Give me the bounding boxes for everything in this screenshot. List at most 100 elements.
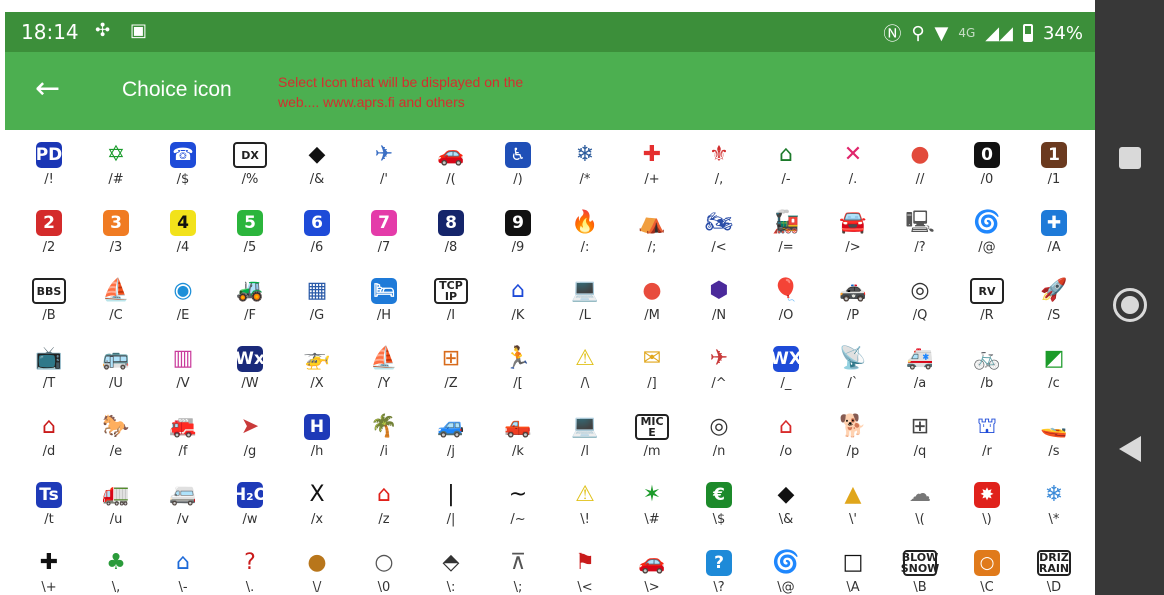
icon-cell[interactable]: PD /! <box>19 130 79 196</box>
icon-cell[interactable]: ⌂ /d <box>19 402 79 468</box>
icon-cell[interactable]: ⛵ /Y <box>354 334 414 400</box>
icon-cell[interactable]: 🚛 /u <box>86 470 146 536</box>
arrow-left-icon[interactable]: ← <box>35 72 60 106</box>
icon-cell[interactable]: ✉ /] <box>622 334 682 400</box>
icon-cell[interactable]: ✚ /A <box>1024 198 1084 264</box>
icon-cell[interactable]: ▲ \' <box>823 470 883 536</box>
icon-cell[interactable]: 📡 /` <box>823 334 883 400</box>
icon-cell[interactable]: ➤ /g <box>220 402 280 468</box>
icon-cell[interactable]: BLOW SNOW \B <box>890 538 950 595</box>
icon-cell[interactable]: 🐕 /p <box>823 402 883 468</box>
icon-cell[interactable]: ✶ \# <box>622 470 682 536</box>
icon-cell[interactable]: ♿ /) <box>488 130 548 196</box>
icon-cell[interactable]: 🚤 /s <box>1024 402 1084 468</box>
icon-cell[interactable]: 🌀 \@ <box>756 538 816 595</box>
icon-cell[interactable]: 🚀 /S <box>1024 266 1084 332</box>
icon-cell[interactable]: □ \A <box>823 538 883 595</box>
icon-cell[interactable]: 0/0 <box>957 130 1017 196</box>
icon-cell[interactable]: H₂O/w <box>220 470 280 536</box>
icon-cell[interactable]: 🛏 /H <box>354 266 414 332</box>
icon-cell[interactable]: ⬘ \: <box>421 538 481 595</box>
icon-cell[interactable]: 🚒 /f <box>153 402 213 468</box>
icon-cell[interactable]: ✡ /# <box>86 130 146 196</box>
icon-cell[interactable]: ⌂ /z <box>354 470 414 536</box>
icon-cell[interactable]: Ts/t <box>19 470 79 536</box>
icon-cell[interactable]: ~ /~ <box>488 470 548 536</box>
icon-cell[interactable]: 🚐 /v <box>153 470 213 536</box>
icon-cell[interactable]: ⊞ /q <box>890 402 950 468</box>
icon-cell[interactable]: X/x <box>287 470 347 536</box>
icon-cell[interactable]: ⚠ \! <box>555 470 615 536</box>
icon-cell[interactable]: Wx/W <box>220 334 280 400</box>
icon-cell[interactable]: 🚂 /= <box>756 198 816 264</box>
icon-cell[interactable]: MIC E/m <box>622 402 682 468</box>
icon-cell[interactable]: ◉ /E <box>153 266 213 332</box>
icon-cell[interactable]: 🖳 /? <box>890 198 950 264</box>
icon-cell[interactable]: ⚜ /, <box>689 130 749 196</box>
icon-cell[interactable]: ⌂ /- <box>756 130 816 196</box>
icon-cell[interactable]: DRIZ RAIN \D <box>1024 538 1084 595</box>
icon-cell[interactable]: ⌂ /o <box>756 402 816 468</box>
icon-cell[interactable]: ● // <box>890 130 950 196</box>
icon-cell[interactable]: 🎈 /O <box>756 266 816 332</box>
icon-cell[interactable]: ⊼ \; <box>488 538 548 595</box>
icon-cell[interactable]: ◆ /& <box>287 130 347 196</box>
icon-cell[interactable]: ⚠ /\ <box>555 334 615 400</box>
icon-cell[interactable]: ? \? <box>689 538 749 595</box>
icon-cell[interactable]: ⌂ \- <box>153 538 213 595</box>
icon-cell[interactable]: ○ \0 <box>354 538 414 595</box>
icon-cell[interactable]: 🌴 /i <box>354 402 414 468</box>
icon-cell[interactable]: 📺 /T <box>19 334 79 400</box>
icon-cell[interactable]: € \$ <box>689 470 749 536</box>
icon-cell[interactable]: 🚌 /U <box>86 334 146 400</box>
icon-cell[interactable]: 4/4 <box>153 198 213 264</box>
icon-cell[interactable]: ○ \C <box>957 538 1017 595</box>
icon-cell[interactable]: 🚗 /( <box>421 130 481 196</box>
icon-cell[interactable]: 🚘 /> <box>823 198 883 264</box>
icon-cell[interactable]: WX /_ <box>756 334 816 400</box>
icon-cell[interactable]: ✚ /+ <box>622 130 682 196</box>
icon-cell[interactable]: 🐎 /e <box>86 402 146 468</box>
icon-cell[interactable]: ◎ /n <box>689 402 749 468</box>
icon-cell[interactable]: 🏃 /[ <box>488 334 548 400</box>
icon-cell[interactable]: ☁ \( <box>890 470 950 536</box>
icon-cell[interactable]: ♣ \, <box>86 538 146 595</box>
icon-cell[interactable]: ⬢ /N <box>689 266 749 332</box>
icon-cell[interactable]: 🚙 /j <box>421 402 481 468</box>
icon-cell[interactable]: 🚜 /F <box>220 266 280 332</box>
icon-cell[interactable]: H/h <box>287 402 347 468</box>
icon-cell[interactable]: 💻 /l <box>555 402 615 468</box>
icon-cell[interactable]: ✸ \) <box>957 470 1017 536</box>
icon-cell[interactable]: ⛵ /C <box>86 266 146 332</box>
triangle-back-icon[interactable] <box>1119 436 1141 462</box>
icon-cell[interactable]: ▦ /G <box>287 266 347 332</box>
icon-cell[interactable]: 9/9 <box>488 198 548 264</box>
icon-cell[interactable]: ● \/ <box>287 538 347 595</box>
icon-cell[interactable]: ? \. <box>220 538 280 595</box>
icon-cell[interactable]: ✚ \+ <box>19 538 79 595</box>
icon-cell[interactable]: ◩ /c <box>1024 334 1084 400</box>
icon-cell[interactable]: 6/6 <box>287 198 347 264</box>
icon-cell[interactable]: ❄ /* <box>555 130 615 196</box>
icon-cell[interactable]: 8/8 <box>421 198 481 264</box>
square-icon[interactable] <box>1119 147 1141 169</box>
icon-cell[interactable]: RV/R <box>957 266 1017 332</box>
icon-cell[interactable]: 5/5 <box>220 198 280 264</box>
icon-cell[interactable]: TCP IP/I <box>421 266 481 332</box>
icon-cell[interactable]: 7/7 <box>354 198 414 264</box>
icon-cell[interactable]: 🛻 /k <box>488 402 548 468</box>
icon-cell[interactable]: ⌂ /K <box>488 266 548 332</box>
icon-cell[interactable]: 🚲 /b <box>957 334 1017 400</box>
icon-cell[interactable]: 🚗 \> <box>622 538 682 595</box>
icon-cell[interactable]: ◆ \& <box>756 470 816 536</box>
icon-cell[interactable]: 🚑 /a <box>890 334 950 400</box>
icon-cell[interactable]: ⛫ /r <box>957 402 1017 468</box>
icon-cell[interactable]: ⊞ /Z <box>421 334 481 400</box>
icon-cell[interactable]: 🔥 /: <box>555 198 615 264</box>
icon-cell[interactable]: 💻 /L <box>555 266 615 332</box>
icon-cell[interactable]: ✈ /^ <box>689 334 749 400</box>
icon-cell[interactable]: ✕ /. <box>823 130 883 196</box>
icon-cell[interactable]: ⛺ /; <box>622 198 682 264</box>
icon-cell[interactable]: ⚑ \< <box>555 538 615 595</box>
icon-cell[interactable]: ▥ /V <box>153 334 213 400</box>
